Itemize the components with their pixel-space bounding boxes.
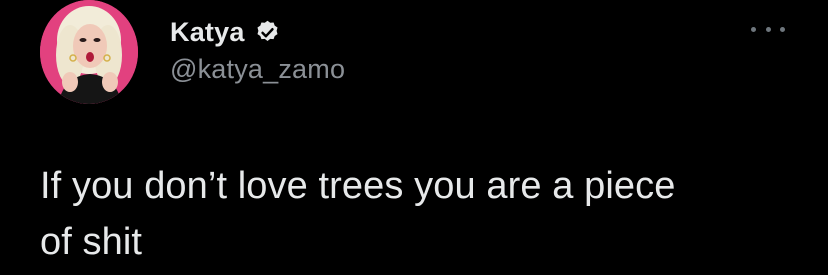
ellipsis-icon[interactable]	[751, 18, 785, 40]
avatar-image	[40, 0, 138, 104]
tweet-card[interactable]: Katya @katya_zamo If you don’t love tree…	[0, 0, 828, 275]
display-name[interactable]: Katya	[170, 17, 245, 48]
verified-badge-icon	[254, 19, 281, 46]
avatar[interactable]	[40, 0, 138, 104]
handle[interactable]: @katya_zamo	[170, 54, 345, 85]
tweet-text: If you don’t love trees you are a piece …	[40, 165, 676, 263]
author-name-row: Katya	[170, 14, 281, 50]
